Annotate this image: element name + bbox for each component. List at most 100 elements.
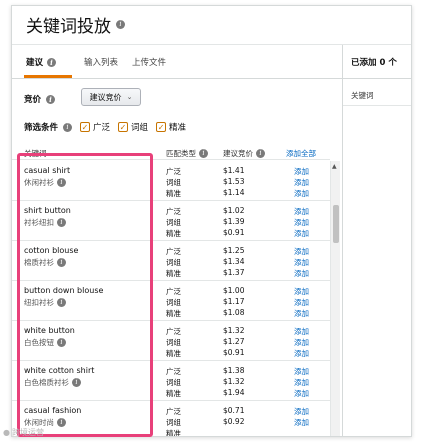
- keyword-row: white cotton shirt 白色棉质衬衫 i 广泛 $1.38 添加 词组 $1.3…: [12, 361, 330, 401]
- filter-label: 筛选条件: [24, 123, 59, 133]
- match-line: 词组 $1.17 添加: [12, 297, 330, 308]
- match-line: 精准 $1.14 添加: [12, 188, 330, 199]
- match-type: 广泛: [166, 167, 181, 176]
- match-line: 精准 $1.08 添加: [12, 308, 330, 319]
- match-line: 词组 $1.32 添加: [12, 377, 330, 388]
- bid-select[interactable]: 建议竞价 ⌄: [81, 88, 141, 106]
- suggested-bid: $0.91: [223, 228, 245, 237]
- add-keyword-link[interactable]: 添加: [294, 286, 309, 297]
- filter-phrase-label: 词组: [131, 123, 149, 133]
- match-line: 精准: [12, 428, 330, 437]
- keyword-row: casual shirt 休闲衬衫 i 广泛 $1.41 添加 词组 $1.53 添加 精准 $1.…: [12, 161, 330, 201]
- add-keyword-link[interactable]: 添加: [294, 166, 309, 177]
- suggested-bid: $1.32: [223, 377, 245, 386]
- title-row: 关键词投放 i: [26, 12, 125, 37]
- add-keyword-link[interactable]: 添加: [294, 257, 309, 268]
- tab-enter-list[interactable]: 输入列表: [84, 56, 118, 68]
- header-match-type: 匹配类型 i: [166, 148, 208, 159]
- suggested-bid: $1.17: [223, 297, 245, 306]
- suggested-bid: $0.71: [223, 406, 245, 415]
- added-count-title: 已添加 0 个: [351, 58, 397, 68]
- info-icon[interactable]: i: [47, 57, 57, 67]
- keyword-row: white button 白色按钮 i 广泛 $1.32 添加 词组 $1.27 添加 精准 $0.…: [12, 321, 330, 361]
- match-type: 广泛: [166, 287, 181, 296]
- match-line: 精准 $1.94 添加: [12, 388, 330, 399]
- add-keyword-link[interactable]: 添加: [294, 308, 309, 319]
- add-keyword-link[interactable]: 添加: [294, 388, 309, 399]
- add-keyword-link[interactable]: 添加: [294, 348, 309, 359]
- tab-enter-list-label: 输入列表: [84, 58, 119, 68]
- suggested-bid: $1.25: [223, 246, 245, 255]
- add-all-link[interactable]: 添加全部: [286, 148, 316, 159]
- filter-phrase[interactable]: ✓ 词组: [118, 121, 148, 133]
- match-line: 词组 $1.27 添加: [12, 337, 330, 348]
- match-type: 精准: [166, 349, 181, 358]
- add-keyword-link[interactable]: 添加: [294, 417, 309, 428]
- add-keyword-link[interactable]: 添加: [294, 177, 309, 188]
- match-type: 词组: [166, 178, 181, 187]
- watermark-icon: ●: [3, 428, 10, 437]
- info-icon[interactable]: i: [116, 20, 125, 29]
- match-type: 广泛: [166, 247, 181, 256]
- scroll-up-icon[interactable]: ▲: [332, 163, 337, 170]
- info-icon[interactable]: i: [199, 149, 208, 158]
- checkbox-checked-icon[interactable]: ✓: [118, 122, 129, 132]
- header-keyword: 关键词: [24, 148, 47, 159]
- header-match-type-label: 匹配类型: [166, 149, 196, 158]
- info-icon[interactable]: i: [63, 122, 73, 132]
- match-line: 广泛 $1.38 添加: [12, 366, 330, 377]
- tab-suggested[interactable]: 建议 i: [26, 56, 57, 68]
- filter-exact[interactable]: ✓ 精准: [156, 121, 186, 133]
- match-type: 词组: [166, 418, 181, 427]
- match-line: 广泛 $1.25 添加: [12, 246, 330, 257]
- added-column-keyword: 关键词: [351, 91, 374, 100]
- keyword-row: button down blouse 纽扣衬衫 i 广泛 $1.00 添加 词组 $1.17 添…: [12, 281, 330, 321]
- suggested-bid: $0.92: [223, 417, 245, 426]
- add-keyword-link[interactable]: 添加: [294, 337, 309, 348]
- table-scrollbar[interactable]: ▲: [330, 161, 340, 436]
- info-icon[interactable]: i: [46, 94, 56, 104]
- match-line: 词组 $1.53 添加: [12, 177, 330, 188]
- add-keyword-link[interactable]: 添加: [294, 188, 309, 199]
- match-line: 广泛 $1.00 添加: [12, 286, 330, 297]
- watermark: ● 跨境运营: [3, 427, 44, 438]
- add-keyword-link[interactable]: 添加: [294, 206, 309, 217]
- match-type: 精准: [166, 189, 181, 198]
- add-keyword-link[interactable]: 添加: [294, 406, 309, 417]
- add-keyword-link[interactable]: 添加: [294, 268, 309, 279]
- info-icon[interactable]: i: [256, 149, 265, 158]
- watermark-text: 跨境运营: [11, 428, 44, 437]
- filter-broad-label: 广泛: [93, 123, 111, 133]
- page-title: 关键词投放: [26, 17, 111, 37]
- tab-upload-file[interactable]: 上传文件: [132, 56, 166, 68]
- add-keyword-link[interactable]: 添加: [294, 326, 309, 337]
- match-line: 精准 $0.91 添加: [12, 228, 330, 239]
- scroll-thumb[interactable]: [333, 205, 339, 243]
- chevron-down-icon: ⌄: [126, 93, 133, 101]
- add-keyword-link[interactable]: 添加: [294, 366, 309, 377]
- header-suggested-bid-label: 建议竞价: [223, 149, 253, 158]
- add-keyword-link[interactable]: 添加: [294, 246, 309, 257]
- add-keyword-link[interactable]: 添加: [294, 297, 309, 308]
- add-keyword-link[interactable]: 添加: [294, 217, 309, 228]
- keyword-row: cotton blouse 棉质衬衫 i 广泛 $1.25 添加 词组 $1.34 添加 精准 $1…: [12, 241, 330, 281]
- match-type: 精准: [166, 429, 181, 437]
- tab-suggested-label: 建议: [26, 58, 44, 68]
- checkbox-checked-icon[interactable]: ✓: [80, 122, 91, 132]
- suggested-bid: $1.94: [223, 388, 245, 397]
- suggested-bid: $1.08: [223, 308, 245, 317]
- added-header: 已添加 0 个: [343, 45, 411, 79]
- checkbox-checked-icon[interactable]: ✓: [156, 122, 167, 132]
- match-type: 词组: [166, 218, 181, 227]
- suggested-bid: $1.38: [223, 366, 245, 375]
- tab-bar: 建议 i 输入列表 上传文件: [12, 45, 342, 79]
- added-keywords-pane: 已添加 0 个 关键词: [342, 45, 411, 436]
- add-keyword-link[interactable]: 添加: [294, 228, 309, 239]
- bid-row: 竞价 i: [24, 93, 56, 105]
- match-type: 广泛: [166, 207, 181, 216]
- filter-broad[interactable]: ✓ 广泛: [80, 121, 110, 133]
- match-line: 广泛 $1.02 添加: [12, 206, 330, 217]
- match-line: 词组 $1.39 添加: [12, 217, 330, 228]
- add-keyword-link[interactable]: 添加: [294, 377, 309, 388]
- suggested-bid: $1.14: [223, 188, 245, 197]
